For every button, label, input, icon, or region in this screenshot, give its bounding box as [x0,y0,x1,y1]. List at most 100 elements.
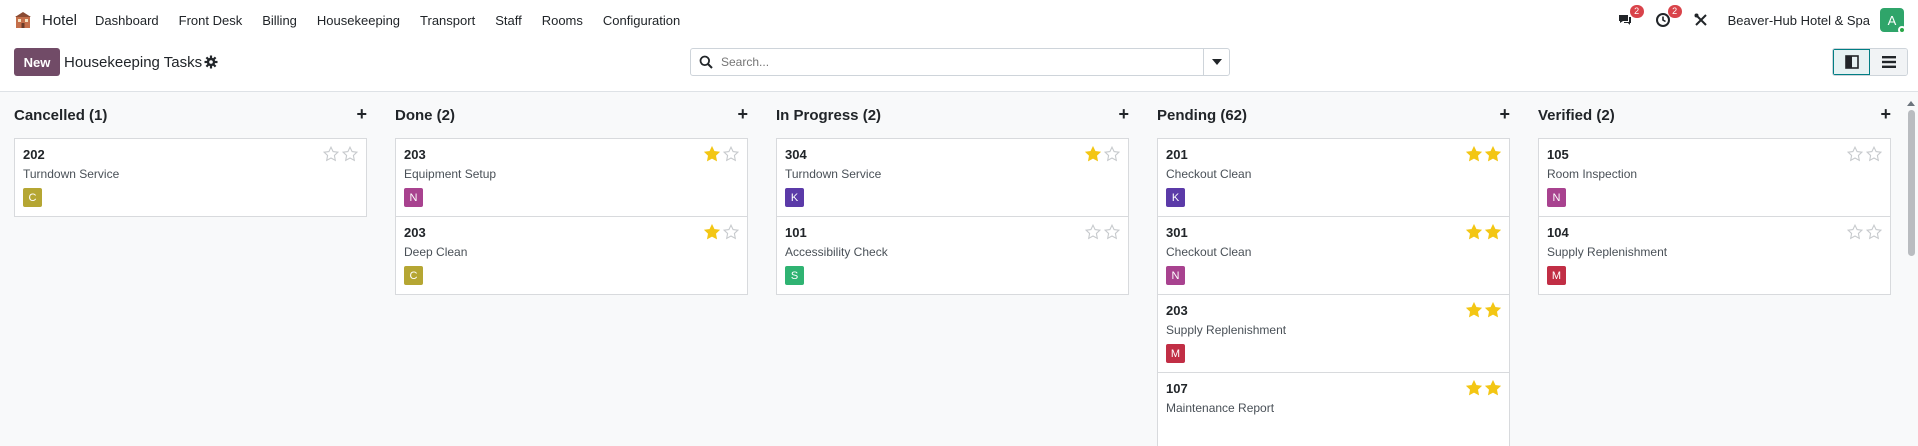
plus-icon[interactable]: + [1880,105,1891,123]
assignee-avatar[interactable]: S [785,266,804,285]
assignee-avatar[interactable]: M [1547,266,1566,285]
menu-item-billing[interactable]: Billing [262,13,297,28]
online-status-dot [1898,26,1906,34]
control-panel: New Housekeeping Tasks [0,40,1918,92]
plus-icon[interactable]: + [356,105,367,123]
task-card[interactable]: 304 Turndown Service K [776,138,1129,217]
menu-item-front-desk[interactable]: Front Desk [179,13,243,28]
star-icon[interactable] [1104,146,1120,162]
star-icon[interactable] [704,146,720,162]
gear-icon[interactable] [204,55,218,69]
star-icon[interactable] [723,146,739,162]
assignee-avatar[interactable]: K [785,188,804,207]
star-icon[interactable] [1847,146,1863,162]
star-icon[interactable] [1485,146,1501,162]
star-icon[interactable] [1866,146,1882,162]
star-icon[interactable] [723,224,739,240]
star-icon[interactable] [1085,224,1101,240]
task-card[interactable]: 203 Equipment Setup N [395,138,748,217]
search-bar [690,48,1230,76]
column-title[interactable]: Verified (2) [1538,107,1615,124]
card-room-number: 202 [23,147,45,162]
assignee-avatar[interactable]: K [1166,188,1185,207]
priority-stars [701,224,739,240]
card-task-type: Deep Clean [404,245,468,259]
column-cards: 201 Checkout Clean K 301 Checkout Clean N 203 S… [1157,138,1510,446]
star-icon[interactable] [1466,302,1482,318]
column-header: Done (2) + [395,93,748,139]
star-icon[interactable] [1466,224,1482,240]
assignee-avatar[interactable]: N [1166,266,1185,285]
column-title[interactable]: In Progress (2) [776,107,881,124]
menu-item-configuration[interactable]: Configuration [603,13,680,28]
messages-button[interactable]: 2 [1614,5,1644,31]
task-card[interactable]: 301 Checkout Clean N [1157,216,1510,295]
card-room-number: 201 [1166,147,1188,162]
assignee-avatar[interactable]: M [1166,344,1185,363]
star-icon[interactable] [704,224,720,240]
task-card[interactable]: 202 Turndown Service C [14,138,367,217]
view-switcher [1832,48,1908,76]
vertical-scrollbar[interactable] [1908,110,1915,256]
plus-icon[interactable]: + [1499,105,1510,123]
column-cards: 202 Turndown Service C [14,138,367,217]
card-task-type: Turndown Service [785,167,882,181]
task-card[interactable]: 105 Room Inspection N [1538,138,1891,217]
card-room-number: 203 [404,147,426,162]
search-options-toggle[interactable] [1203,49,1229,75]
activities-badge: 2 [1667,5,1682,18]
menu-item-dashboard[interactable]: Dashboard [95,13,159,28]
task-card[interactable]: 203 Deep Clean C [395,216,748,295]
star-icon[interactable] [1485,380,1501,396]
app-name[interactable]: Hotel [42,12,77,29]
plus-icon[interactable]: + [737,105,748,123]
column-title[interactable]: Cancelled (1) [14,107,107,124]
column-title[interactable]: Done (2) [395,107,455,124]
debug-tools-button[interactable] [1690,9,1712,31]
task-card[interactable]: 101 Accessibility Check S [776,216,1129,295]
card-task-type: Supply Replenishment [1547,245,1668,259]
kanban-view-button[interactable] [1833,49,1870,75]
star-icon[interactable] [1485,302,1501,318]
column-header: In Progress (2) + [776,93,1129,139]
assignee-avatar[interactable]: C [404,266,423,285]
tools-icon [1694,13,1707,26]
activities-button[interactable]: 2 [1652,5,1682,31]
menu-item-transport[interactable]: Transport [420,13,475,28]
card-task-type: Checkout Clean [1166,245,1252,259]
company-switcher[interactable]: Beaver-Hub Hotel & Spa [1728,13,1870,28]
star-icon[interactable] [323,146,339,162]
user-avatar[interactable]: A [1880,8,1906,34]
search-input[interactable] [721,55,1191,69]
assignee-avatar[interactable]: N [404,188,423,207]
star-icon[interactable] [1847,224,1863,240]
scroll-up-arrow[interactable] [1907,101,1915,106]
list-view-button[interactable] [1870,49,1907,75]
card-room-number: 301 [1166,225,1188,240]
task-card[interactable]: 201 Checkout Clean K [1157,138,1510,217]
star-icon[interactable] [342,146,358,162]
assignee-avatar[interactable]: C [23,188,42,207]
star-icon[interactable] [1466,380,1482,396]
task-card[interactable]: 203 Supply Replenishment M [1157,294,1510,373]
caret-down-icon [1211,59,1222,65]
assignee-avatar[interactable]: N [1547,188,1566,207]
column-header: Cancelled (1) + [14,93,367,139]
hotel-logo-icon[interactable] [14,11,32,29]
task-card[interactable]: 104 Supply Replenishment M [1538,216,1891,295]
star-icon[interactable] [1466,146,1482,162]
menu-item-rooms[interactable]: Rooms [542,13,583,28]
star-icon[interactable] [1104,224,1120,240]
new-button[interactable]: New [14,48,60,76]
menu-item-staff[interactable]: Staff [495,13,522,28]
task-card[interactable]: 107 Maintenance Report [1157,372,1510,446]
card-task-type: Checkout Clean [1166,167,1252,181]
star-icon[interactable] [1866,224,1882,240]
star-icon[interactable] [1085,146,1101,162]
card-task-type: Equipment Setup [404,167,497,181]
plus-icon[interactable]: + [1118,105,1129,123]
top-navbar: Hotel Dashboard Front Desk Billing House… [0,0,1918,40]
column-title[interactable]: Pending (62) [1157,107,1247,124]
menu-item-housekeeping[interactable]: Housekeeping [317,13,400,28]
star-icon[interactable] [1485,224,1501,240]
